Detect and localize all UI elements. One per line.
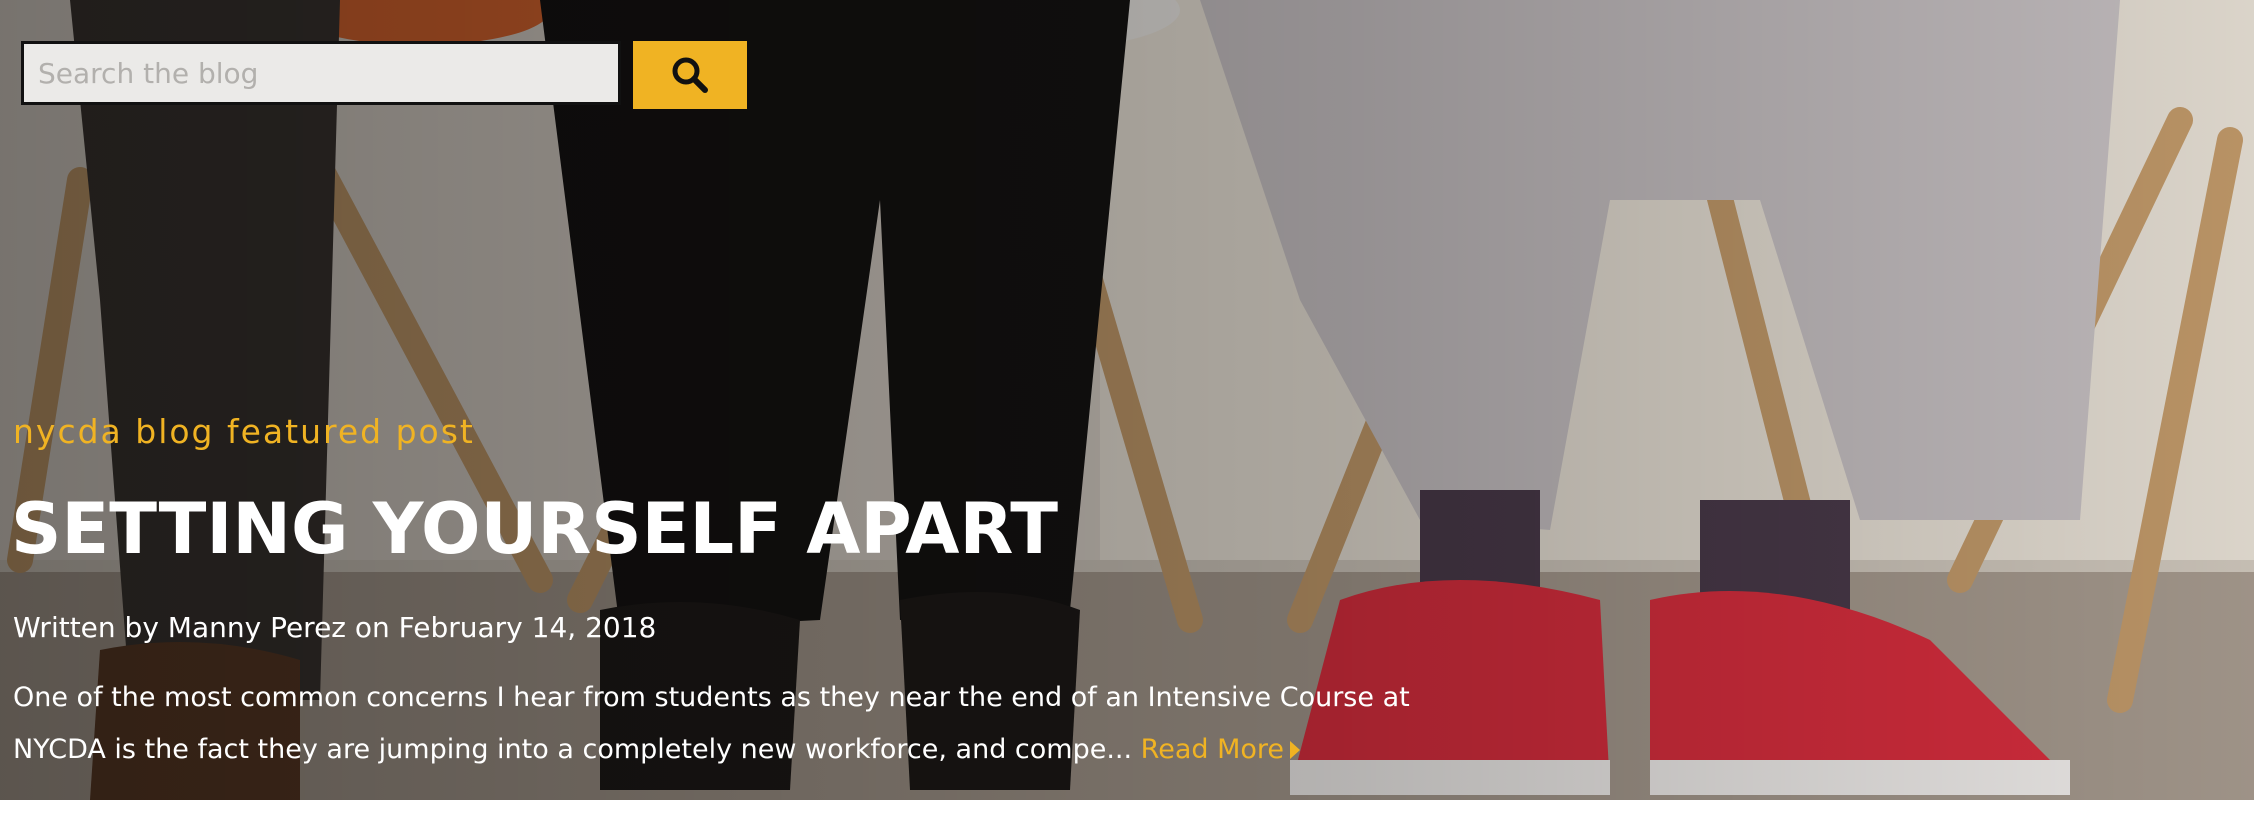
search-input[interactable] <box>21 41 621 105</box>
featured-hero: nycda blog featured post SETTING YOURSEL… <box>0 0 2254 800</box>
read-more-label: Read More <box>1140 734 1285 765</box>
featured-kicker: nycda blog featured post <box>13 412 475 451</box>
post-title[interactable]: SETTING YOURSELF APART <box>11 488 1058 570</box>
search-button[interactable] <box>633 41 747 109</box>
post-excerpt: One of the most common concerns I hear f… <box>13 672 1453 776</box>
read-more-link[interactable]: Read More <box>1140 734 1301 765</box>
search-icon <box>672 57 708 93</box>
post-byline: Written by Manny Perez on February 14, 2… <box>13 611 657 644</box>
page-bottom-strip <box>0 800 2254 819</box>
caret-right-icon <box>1290 741 1301 759</box>
